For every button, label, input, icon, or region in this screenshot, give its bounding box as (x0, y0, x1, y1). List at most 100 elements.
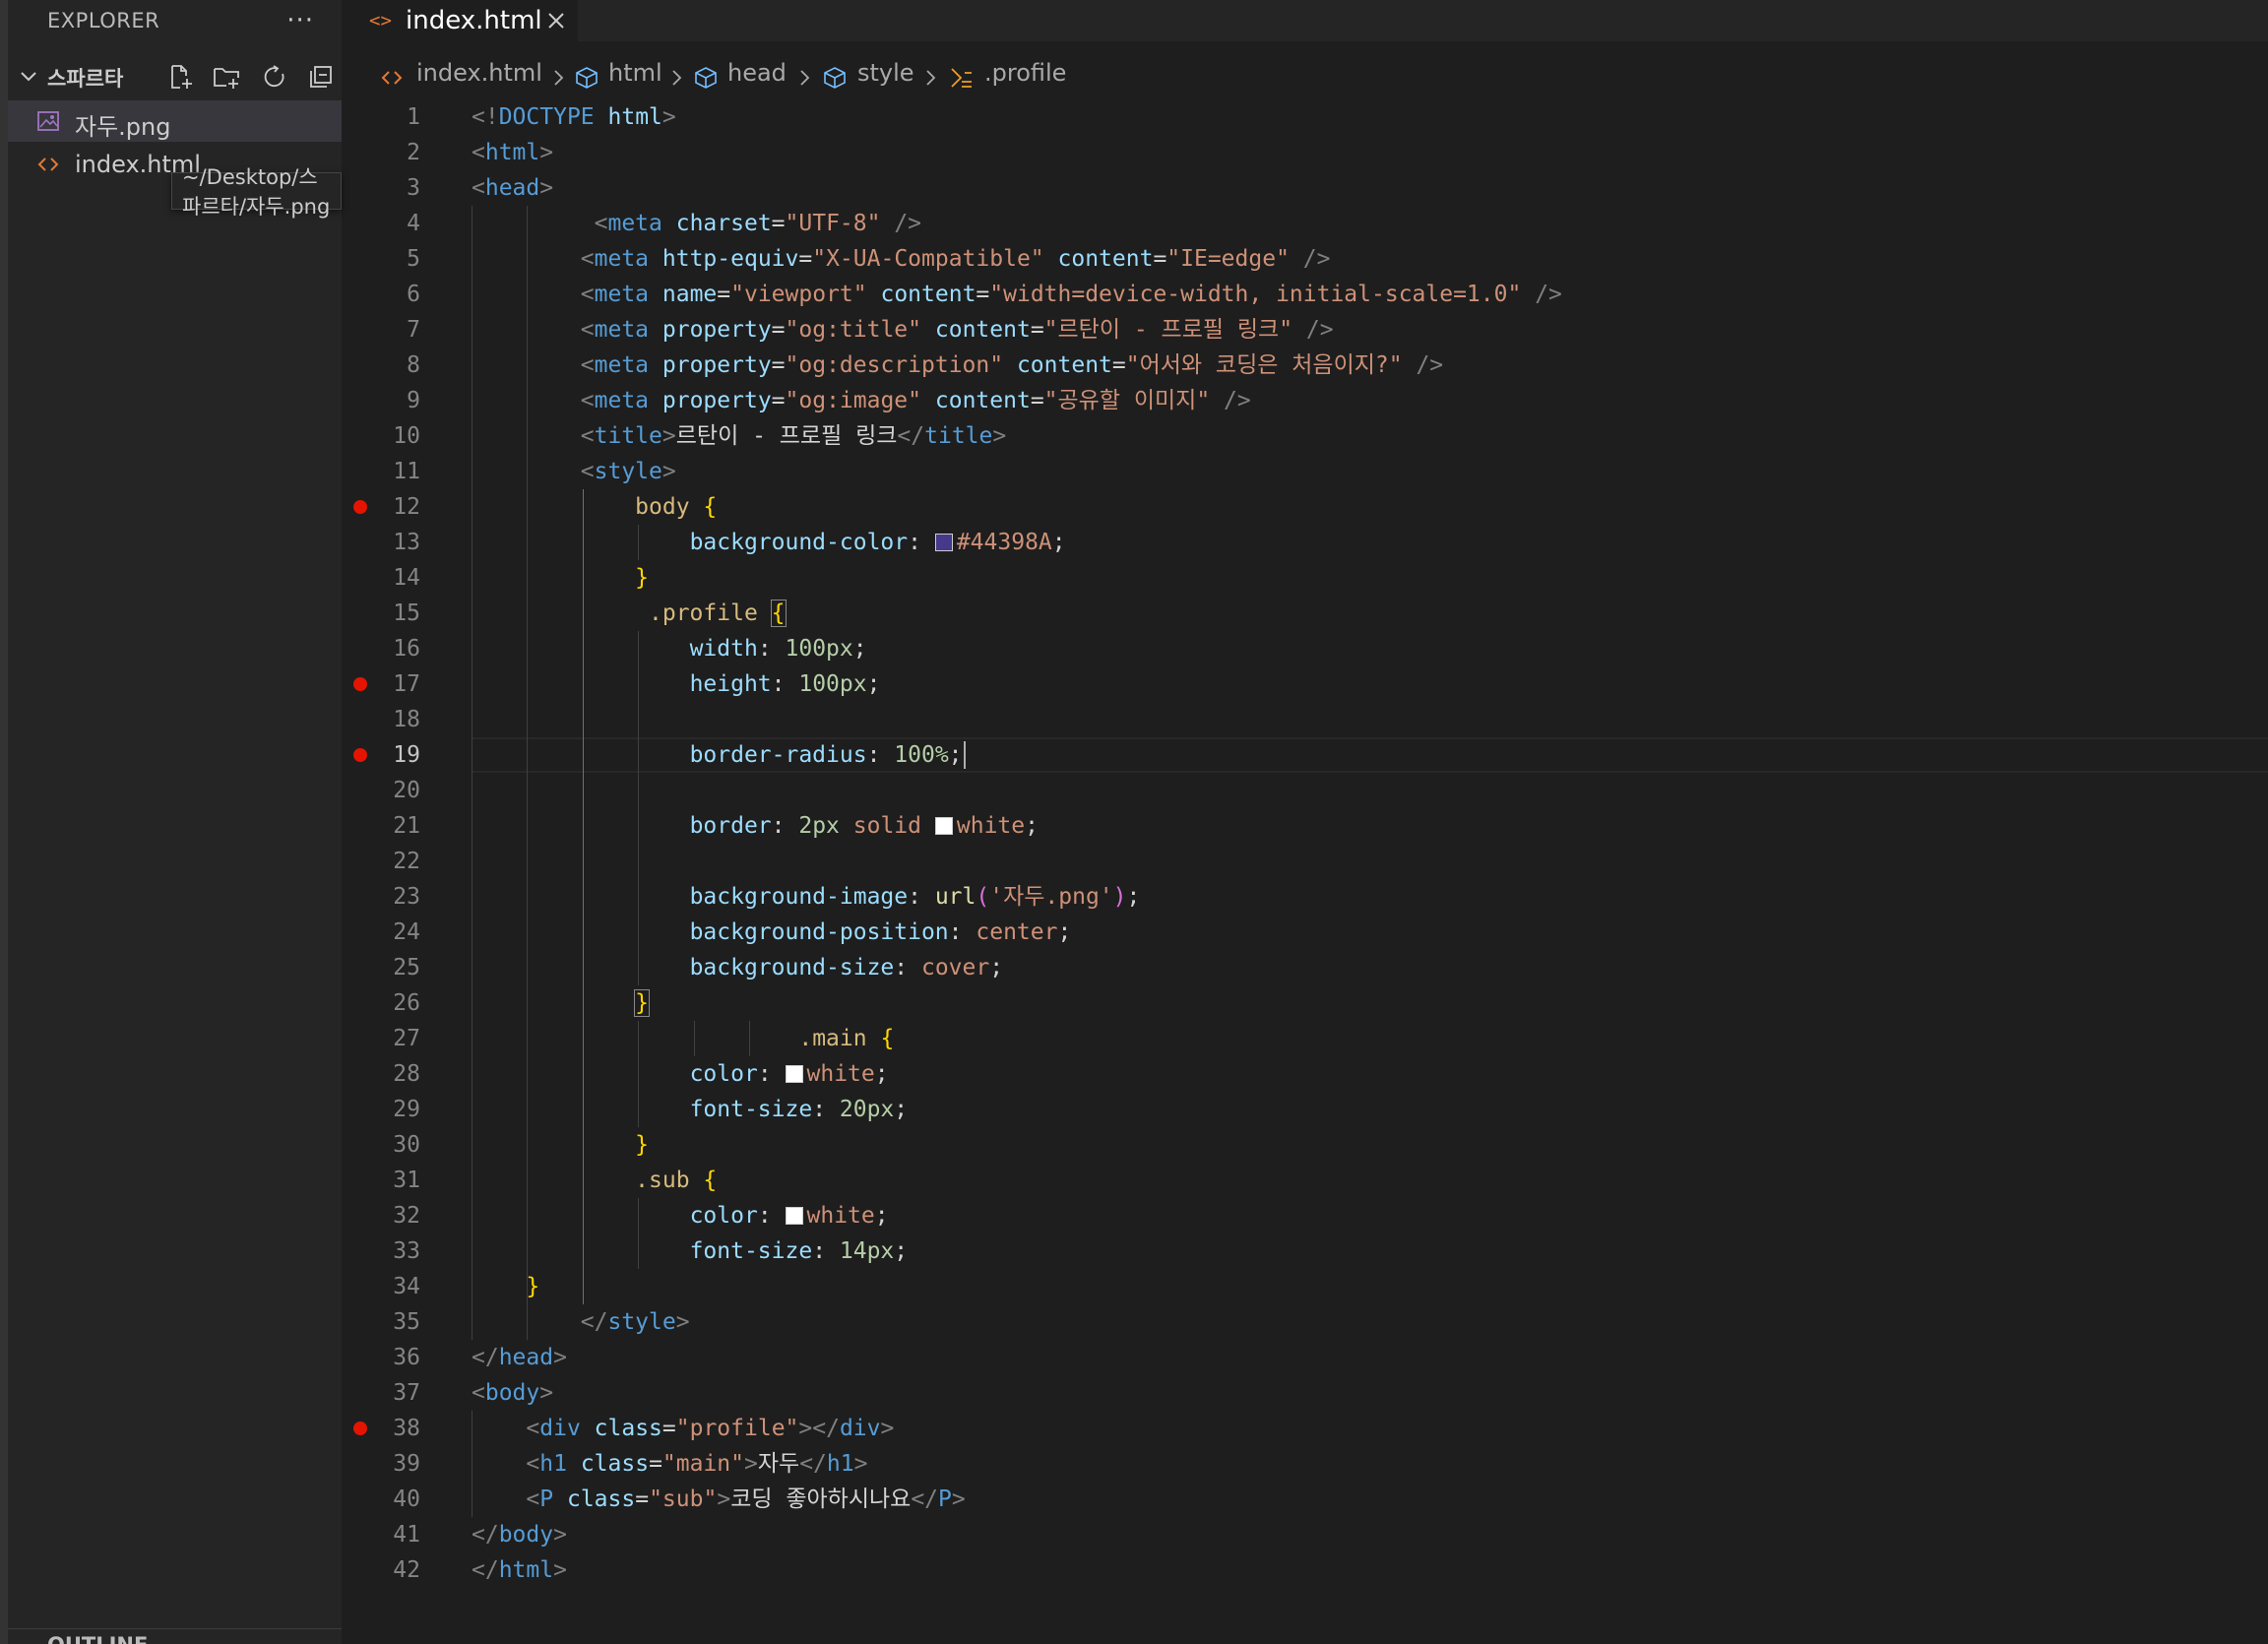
line-number: 16 (393, 636, 420, 662)
more-actions-icon[interactable]: ··· (286, 6, 314, 35)
breadcrumb-item[interactable]: style (857, 59, 914, 87)
code-text: } (634, 989, 651, 1017)
code-text: <div class="profile"></div> (526, 1416, 895, 1441)
code-line[interactable]: 29 font-size: 20px; (342, 1092, 2268, 1127)
code-text: background-size: cover; (689, 955, 1004, 980)
code-line[interactable]: 26 } (342, 985, 2268, 1021)
indent-guide (582, 489, 584, 1304)
file-item-image[interactable]: 자두.png (8, 100, 342, 142)
breadcrumb-item[interactable]: head (727, 59, 787, 87)
code-line[interactable]: 37 <body> (342, 1375, 2268, 1411)
code-line[interactable]: 15 .profile { (342, 596, 2268, 631)
code-text: border-radius: 100%; (689, 742, 963, 768)
code-text: <P class="sub">코딩 좋아하시나요</P> (526, 1486, 966, 1512)
code-line[interactable]: 10 <title>르탄이 - 프로필 링크</title> (342, 418, 2268, 454)
folder-row[interactable]: 스파르타 (8, 55, 342, 96)
code-line[interactable]: 35 </style> (342, 1304, 2268, 1340)
line-number: 12 (393, 494, 420, 520)
code-text: </body> (472, 1522, 567, 1548)
folder-name: 스파르타 (47, 67, 124, 91)
code-line[interactable]: 36 </head> (342, 1340, 2268, 1375)
code-line[interactable]: 13 background-color: #44398A; (342, 525, 2268, 560)
line-number: 34 (393, 1274, 420, 1299)
path-tooltip: ~/Desktop/스파르타/자두.png (171, 165, 342, 219)
code-line[interactable]: 16 width: 100px; (342, 631, 2268, 666)
new-folder-icon[interactable] (212, 62, 241, 92)
code-text: <body> (472, 1380, 554, 1406)
color-swatch-icon[interactable] (785, 1065, 803, 1083)
code-line[interactable]: 34 } (342, 1269, 2268, 1304)
code-line[interactable]: 5 <meta http-equiv="X-UA-Compatible" con… (342, 241, 2268, 277)
code-editor[interactable]: 1 <!DOCTYPE html> 2 <html> 3 <head> 4 <meta ch… (342, 99, 2268, 1635)
code-line[interactable]: 21 border: 2px solid white; (342, 808, 2268, 844)
code-text: .sub { (635, 1168, 718, 1193)
new-file-icon[interactable] (165, 62, 195, 92)
code-line[interactable]: 8 <meta property="og:description" conten… (342, 348, 2268, 383)
line-number: 7 (407, 317, 420, 343)
line-number: 4 (407, 211, 420, 236)
code-line[interactable]: 2 <html> (342, 135, 2268, 170)
breadcrumb-item[interactable]: .profile (984, 59, 1066, 87)
chevron-right-icon (926, 70, 936, 86)
code-line[interactable]: 31 .sub { (342, 1163, 2268, 1198)
line-number: 22 (393, 849, 420, 874)
code-text: color: white; (689, 1061, 889, 1087)
code-text: <head> (472, 175, 554, 201)
indent-guide (527, 206, 529, 1340)
color-swatch-icon[interactable] (934, 534, 953, 551)
code-line[interactable]: 19 border-radius: 100%; (342, 737, 2268, 773)
tab-index-html[interactable]: <> index.html (342, 0, 578, 41)
code-line[interactable]: 39 <h1 class="main">자두</h1> (342, 1446, 2268, 1482)
code-line[interactable]: 4 <meta charset="UTF-8" /> (342, 206, 2268, 241)
color-swatch-icon[interactable] (785, 1207, 803, 1225)
code-text: background-color: #44398A; (689, 530, 1066, 555)
symbol-element-icon (695, 67, 717, 89)
code-line[interactable]: 6 <meta name="viewport" content="width=d… (342, 277, 2268, 312)
outline-section[interactable]: OUTLINE (8, 1628, 342, 1644)
code-text: width: 100px; (689, 636, 867, 662)
code-line[interactable]: 30 } (342, 1127, 2268, 1163)
code-text: </html> (472, 1557, 567, 1583)
color-swatch-icon[interactable] (934, 817, 953, 835)
indent-guide (638, 1198, 640, 1269)
breadcrumb-item[interactable]: index.html (416, 59, 542, 87)
breadcrumb: index.html html head style .profile (342, 57, 2268, 96)
code-line[interactable]: 12 body { (342, 489, 2268, 525)
code-text: } (635, 1132, 650, 1158)
refresh-icon[interactable] (260, 62, 289, 92)
code-line[interactable]: 24 background-position: center; (342, 915, 2268, 950)
code-line[interactable]: 7 <meta property="og:title" content="르탄이… (342, 312, 2268, 348)
code-line[interactable]: 33 font-size: 14px; (342, 1233, 2268, 1269)
code-text: <html> (472, 140, 554, 165)
line-number: 10 (393, 423, 420, 449)
code-line[interactable]: 42 </html> (342, 1552, 2268, 1588)
code-line[interactable]: 20 (342, 773, 2268, 808)
code-line[interactable]: 41 </body> (342, 1517, 2268, 1552)
code-line[interactable]: 22 (342, 844, 2268, 879)
breadcrumb-item[interactable]: html (608, 59, 662, 87)
code-line[interactable]: 25 background-size: cover; (342, 950, 2268, 985)
code-line[interactable]: 40 <P class="sub">코딩 좋아하시나요</P> (342, 1482, 2268, 1517)
code-line[interactable]: 18 (342, 702, 2268, 737)
indent-guide (638, 525, 640, 560)
collapse-all-icon[interactable] (306, 62, 336, 92)
file-name: 자두.png (75, 113, 171, 141)
code-line[interactable]: 3 <head> (342, 170, 2268, 206)
line-number: 3 (407, 175, 420, 201)
code-line[interactable]: 9 <meta property="og:image" content="공유할… (342, 383, 2268, 418)
indent-guide (638, 1021, 640, 1127)
code-line[interactable]: 17 height: 100px; (342, 666, 2268, 702)
code-line[interactable]: 38 <div class="profile"></div> (342, 1411, 2268, 1446)
close-icon[interactable] (543, 8, 569, 33)
line-number: 27 (393, 1026, 420, 1051)
explorer-title: EXPLORER (47, 9, 160, 32)
code-line[interactable]: 32 color: white; (342, 1198, 2268, 1233)
code-line[interactable]: 1 <!DOCTYPE html> (342, 99, 2268, 135)
code-line[interactable]: 28 color: white; (342, 1056, 2268, 1092)
code-line[interactable]: 27 .main { (342, 1021, 2268, 1056)
code-line[interactable]: 14 } (342, 560, 2268, 596)
code-line[interactable]: 11 <style> (342, 454, 2268, 489)
html-file-icon (381, 71, 403, 85)
code-line[interactable]: 23 background-image: url('자두.png'); (342, 879, 2268, 915)
code-text: background-position: center; (689, 919, 1072, 945)
